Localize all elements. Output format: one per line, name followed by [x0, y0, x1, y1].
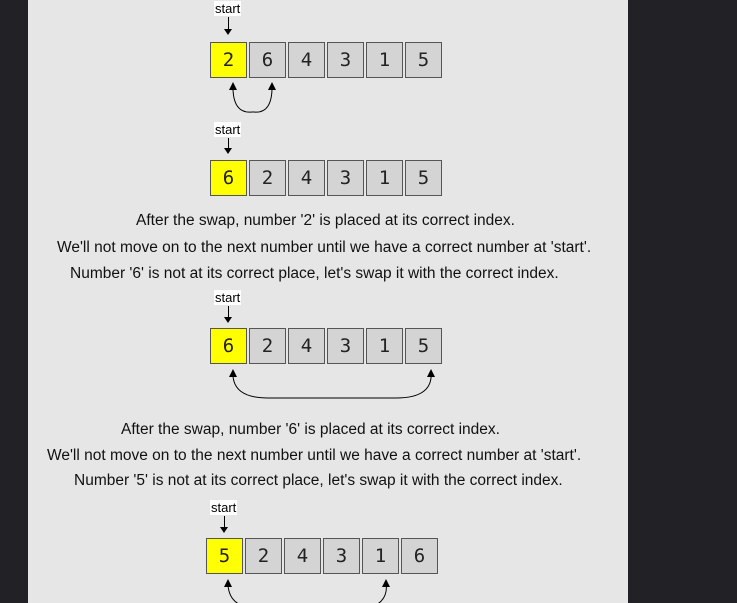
caption: Number '6' is not at its correct place, …	[70, 265, 559, 282]
step-3: start 6 2 4 3 1 5	[28, 0, 628, 603]
array-cell: 2	[249, 160, 286, 196]
array-cell: 5	[206, 538, 243, 574]
start-label: start	[210, 500, 238, 515]
array-cell: 2	[249, 328, 286, 364]
array-cell: 1	[366, 42, 403, 78]
caption: We'll not move on to the next number unt…	[47, 447, 582, 464]
start-arrow-icon	[228, 138, 229, 149]
array-row: 5 2 4 3 1 6	[206, 538, 440, 574]
array-cell: 5	[405, 42, 442, 78]
array-cell: 5	[405, 160, 442, 196]
arrow-head-icon	[224, 148, 232, 154]
array-row: 6 2 4 3 1 5	[210, 328, 444, 364]
array-cell: 6	[210, 328, 247, 364]
array-cell: 1	[366, 160, 403, 196]
page: start 2 6 4 3 1 5 start 6 2 4 3 1 5 Afte…	[0, 0, 737, 603]
start-arrow-icon	[228, 17, 229, 30]
caption: Number '5' is not at its correct place, …	[74, 472, 563, 489]
caption: After the swap, number '6' is placed at …	[121, 421, 500, 438]
array-cell: 3	[327, 160, 364, 196]
step-4: start 5 2 4 3 1 6	[28, 0, 628, 603]
right-margin	[628, 0, 737, 603]
diagram-panel: start 2 6 4 3 1 5 start 6 2 4 3 1 5 Afte…	[28, 0, 628, 603]
swap-arrow-icon	[229, 369, 435, 399]
array-cell: 3	[327, 328, 364, 364]
start-label: start	[214, 122, 242, 137]
arrow-head-icon	[224, 29, 232, 35]
step-2: start 6 2 4 3 1 5	[28, 0, 628, 603]
array-cell: 1	[366, 328, 403, 364]
array-cell: 3	[323, 538, 360, 574]
step-1: start 2 6 4 3 1 5	[28, 0, 628, 603]
start-label: start	[214, 1, 242, 16]
swap-arrow-icon	[229, 82, 276, 113]
array-cell: 4	[288, 328, 325, 364]
caption: After the swap, number '2' is placed at …	[136, 212, 515, 229]
array-row: 6 2 4 3 1 5	[210, 160, 444, 196]
array-cell: 6	[401, 538, 438, 574]
array-row: 2 6 4 3 1 5	[210, 42, 444, 78]
array-cell: 3	[327, 42, 364, 78]
left-margin	[0, 0, 28, 603]
array-cell: 4	[288, 160, 325, 196]
array-cell: 4	[284, 538, 321, 574]
array-cell: 2	[245, 538, 282, 574]
array-cell: 4	[288, 42, 325, 78]
arrow-head-icon	[224, 317, 232, 323]
array-cell: 6	[210, 160, 247, 196]
arrow-head-icon	[220, 527, 228, 533]
array-cell: 1	[362, 538, 399, 574]
array-cell: 6	[249, 42, 286, 78]
array-cell: 5	[405, 328, 442, 364]
start-arrow-icon	[228, 306, 229, 318]
swap-arrow-icon	[224, 579, 390, 603]
start-arrow-icon	[224, 516, 225, 528]
array-cell: 2	[210, 42, 247, 78]
start-label: start	[214, 290, 242, 305]
caption: We'll not move on to the next number unt…	[57, 239, 592, 256]
